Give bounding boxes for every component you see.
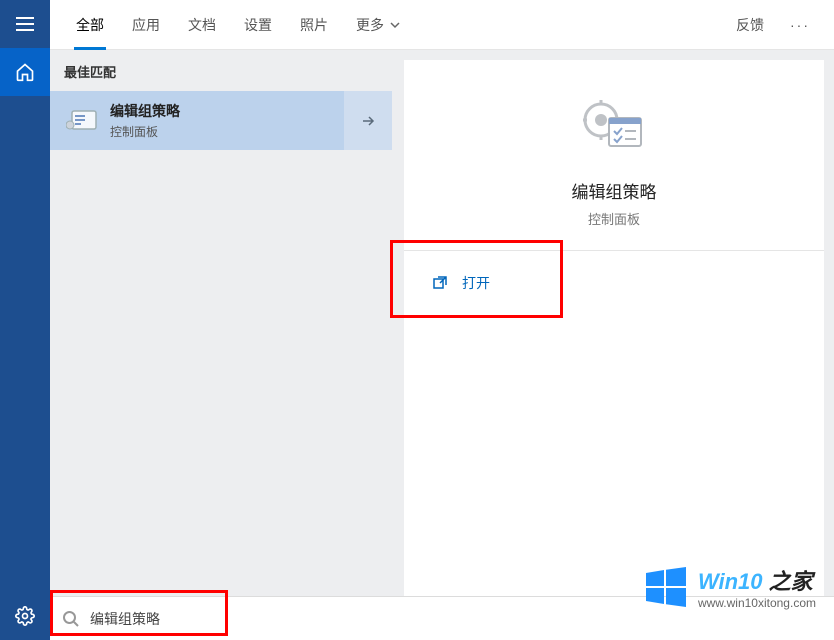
preview-app-icon: [580, 96, 648, 160]
search-bar[interactable]: [50, 596, 834, 640]
gear-icon: [15, 606, 35, 626]
preview-title: 编辑组策略: [572, 178, 657, 203]
action-open-label: 打开: [462, 273, 490, 293]
tab-more[interactable]: 更多: [342, 0, 414, 50]
result-item-gpedit[interactable]: 编辑组策略 控制面板: [50, 91, 344, 150]
search-input[interactable]: [90, 611, 822, 627]
more-options-button[interactable]: ···: [778, 17, 822, 33]
chevron-down-icon: [390, 20, 400, 30]
preview-subtitle: 控制面板: [588, 209, 640, 228]
control-panel-icon: [64, 103, 100, 139]
tab-settings[interactable]: 设置: [230, 0, 286, 50]
preview-pane: 编辑组策略 控制面板 打开: [392, 50, 834, 640]
open-icon: [432, 275, 448, 291]
result-subtitle: 控制面板: [110, 123, 180, 140]
home-icon: [15, 62, 35, 82]
results-pane: 最佳匹配 编辑组策略 控制面板: [50, 50, 392, 640]
tab-bar: 全部 应用 文档 设置 照片 更多 反馈 ···: [50, 0, 834, 50]
result-details-button[interactable]: [344, 91, 392, 150]
home-button[interactable]: [0, 48, 50, 96]
search-icon: [62, 610, 80, 628]
tab-more-label: 更多: [356, 15, 384, 35]
feedback-button[interactable]: 反馈: [722, 0, 778, 50]
section-best-match: 最佳匹配: [50, 50, 392, 91]
tab-photos[interactable]: 照片: [286, 0, 342, 50]
tab-apps[interactable]: 应用: [118, 0, 174, 50]
menu-button[interactable]: [0, 0, 50, 48]
tab-docs[interactable]: 文档: [174, 0, 230, 50]
action-open[interactable]: 打开: [404, 263, 824, 303]
tab-all[interactable]: 全部: [62, 0, 118, 50]
result-title: 编辑组策略: [110, 101, 180, 121]
hamburger-icon: [16, 17, 34, 31]
settings-button[interactable]: [0, 592, 50, 640]
arrow-right-icon: [359, 112, 377, 130]
left-rail: [0, 0, 50, 640]
